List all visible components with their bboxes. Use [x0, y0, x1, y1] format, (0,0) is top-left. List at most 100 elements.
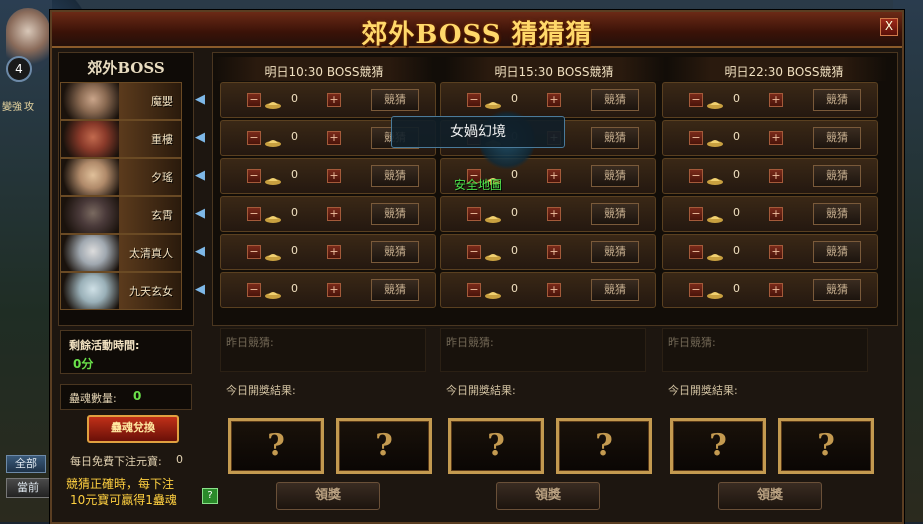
guess-button[interactable]: 競猜	[813, 241, 861, 263]
boss-row[interactable]: 九天玄女	[60, 272, 182, 310]
gold-ingot-icon	[707, 284, 723, 299]
select-arrow-icon[interactable]: ◀	[195, 93, 207, 107]
boss-row[interactable]: 魔嬰	[60, 82, 182, 120]
guess-button[interactable]: 競猜	[371, 279, 419, 301]
increase-button[interactable]: +	[769, 245, 783, 259]
increase-button[interactable]: +	[547, 169, 561, 183]
window-titlebar: 郊外BOSS 猜猜猜 X	[52, 12, 902, 50]
decrease-button[interactable]: −	[689, 93, 703, 107]
guess-button[interactable]: 競猜	[371, 165, 419, 187]
soul-count-value: 0	[133, 389, 142, 403]
chat-tab-current[interactable]: 當前	[6, 478, 50, 498]
decrease-button[interactable]: −	[467, 283, 481, 297]
bet-cell: − 0 + 競猜	[662, 272, 878, 308]
decrease-button[interactable]: −	[689, 169, 703, 183]
result-mystery-box: ?	[670, 418, 766, 474]
decrease-button[interactable]: −	[247, 93, 261, 107]
select-arrow-icon[interactable]: ◀	[195, 245, 207, 259]
decrease-button[interactable]: −	[247, 169, 261, 183]
guess-button[interactable]: 競猜	[591, 279, 639, 301]
increase-button[interactable]: +	[769, 131, 783, 145]
soul-exchange-button[interactable]: 蠱魂兌換	[87, 415, 179, 443]
guess-button[interactable]: 競猜	[813, 203, 861, 225]
daily-free-bet-label: 每日免費下注元寶:	[70, 455, 162, 468]
claim-reward-button[interactable]: 領獎	[276, 482, 380, 510]
help-icon[interactable]: ?	[202, 488, 218, 504]
guess-button[interactable]: 競猜	[591, 127, 639, 149]
increase-button[interactable]: +	[769, 169, 783, 183]
guess-button[interactable]: 競猜	[371, 203, 419, 225]
gold-ingot-icon	[265, 132, 281, 147]
boss-guess-window: 郊外BOSS 猜猜猜 X 郊外BOSS 魔嬰 ◀ 重樓 ◀ 夕瑤 ◀ 玄霄 ◀ 太清真人…	[50, 10, 904, 524]
bet-cell: − 0 + 競猜	[440, 234, 656, 270]
guess-button[interactable]: 競猜	[591, 89, 639, 111]
guess-button[interactable]: 競猜	[591, 241, 639, 263]
increase-button[interactable]: +	[327, 245, 341, 259]
gold-ingot-icon	[265, 208, 281, 223]
select-arrow-icon[interactable]: ◀	[195, 207, 207, 221]
boss-row[interactable]: 玄霄	[60, 196, 182, 234]
side-strengthen-button[interactable]: 變強攻	[2, 98, 48, 126]
column-header-1530: 明日15:30 BOSS競猜	[494, 65, 614, 79]
side-attack-label: 攻	[24, 102, 34, 113]
bet-cell: − 0 + 競猜	[662, 120, 878, 156]
increase-button[interactable]: +	[327, 93, 341, 107]
guess-button[interactable]: 競猜	[371, 241, 419, 263]
boss-row[interactable]: 夕瑤	[60, 158, 182, 196]
increase-button[interactable]: +	[547, 245, 561, 259]
claim-reward-button[interactable]: 領獎	[718, 482, 822, 510]
bet-amount: 0	[733, 206, 740, 219]
claim-reward-button[interactable]: 領獎	[496, 482, 600, 510]
column-header-1030: 明日10:30 BOSS競猜	[264, 65, 384, 79]
guess-button[interactable]: 競猜	[813, 89, 861, 111]
increase-button[interactable]: +	[769, 283, 783, 297]
increase-button[interactable]: +	[327, 283, 341, 297]
decrease-button[interactable]: −	[247, 245, 261, 259]
guess-button[interactable]: 競猜	[591, 203, 639, 225]
increase-button[interactable]: +	[327, 131, 341, 145]
decrease-button[interactable]: −	[467, 245, 481, 259]
decrease-button[interactable]: −	[689, 131, 703, 145]
result-mystery-box: ?	[556, 418, 652, 474]
decrease-button[interactable]: −	[247, 283, 261, 297]
select-arrow-icon[interactable]: ◀	[195, 169, 207, 183]
bet-amount: 0	[291, 206, 298, 219]
bet-cell: − 0 + 競猜	[440, 196, 656, 232]
yesterday-guess-field	[220, 328, 426, 372]
chat-tab-all[interactable]: 全部	[6, 455, 46, 473]
boss-portrait	[61, 197, 119, 233]
decrease-button[interactable]: −	[689, 207, 703, 221]
boss-row[interactable]: 重樓	[60, 120, 182, 158]
increase-button[interactable]: +	[769, 93, 783, 107]
select-arrow-icon[interactable]: ◀	[195, 283, 207, 297]
guess-button[interactable]: 競猜	[813, 279, 861, 301]
close-button[interactable]: X	[880, 18, 898, 36]
guess-button[interactable]: 競猜	[813, 127, 861, 149]
decrease-button[interactable]: −	[247, 207, 261, 221]
decrease-button[interactable]: −	[689, 245, 703, 259]
increase-button[interactable]: +	[327, 169, 341, 183]
increase-button[interactable]: +	[547, 207, 561, 221]
bet-cell: − 0 + 競猜	[662, 158, 878, 194]
increase-button[interactable]: +	[547, 283, 561, 297]
guess-reward-tip: 競猜正確時，每下注 10元寶可贏得1蠱魂	[66, 476, 177, 508]
increase-button[interactable]: +	[769, 207, 783, 221]
decrease-button[interactable]: −	[467, 207, 481, 221]
decrease-button[interactable]: −	[467, 93, 481, 107]
bet-amount: 0	[733, 130, 740, 143]
guess-button[interactable]: 競猜	[591, 165, 639, 187]
select-arrow-icon[interactable]: ◀	[195, 131, 207, 145]
soul-count-panel: 蠱魂數量: 0	[60, 384, 192, 410]
boss-row[interactable]: 太清真人	[60, 234, 182, 272]
gold-ingot-icon	[707, 246, 723, 261]
gold-ingot-icon	[265, 284, 281, 299]
increase-button[interactable]: +	[327, 207, 341, 221]
increase-button[interactable]: +	[547, 93, 561, 107]
decrease-button[interactable]: −	[247, 131, 261, 145]
guess-button[interactable]: 競猜	[813, 165, 861, 187]
guess-button[interactable]: 競猜	[371, 89, 419, 111]
gold-ingot-icon	[265, 94, 281, 109]
gold-ingot-icon	[707, 170, 723, 185]
decrease-button[interactable]: −	[689, 283, 703, 297]
boss-name: 玄霄	[151, 209, 173, 222]
